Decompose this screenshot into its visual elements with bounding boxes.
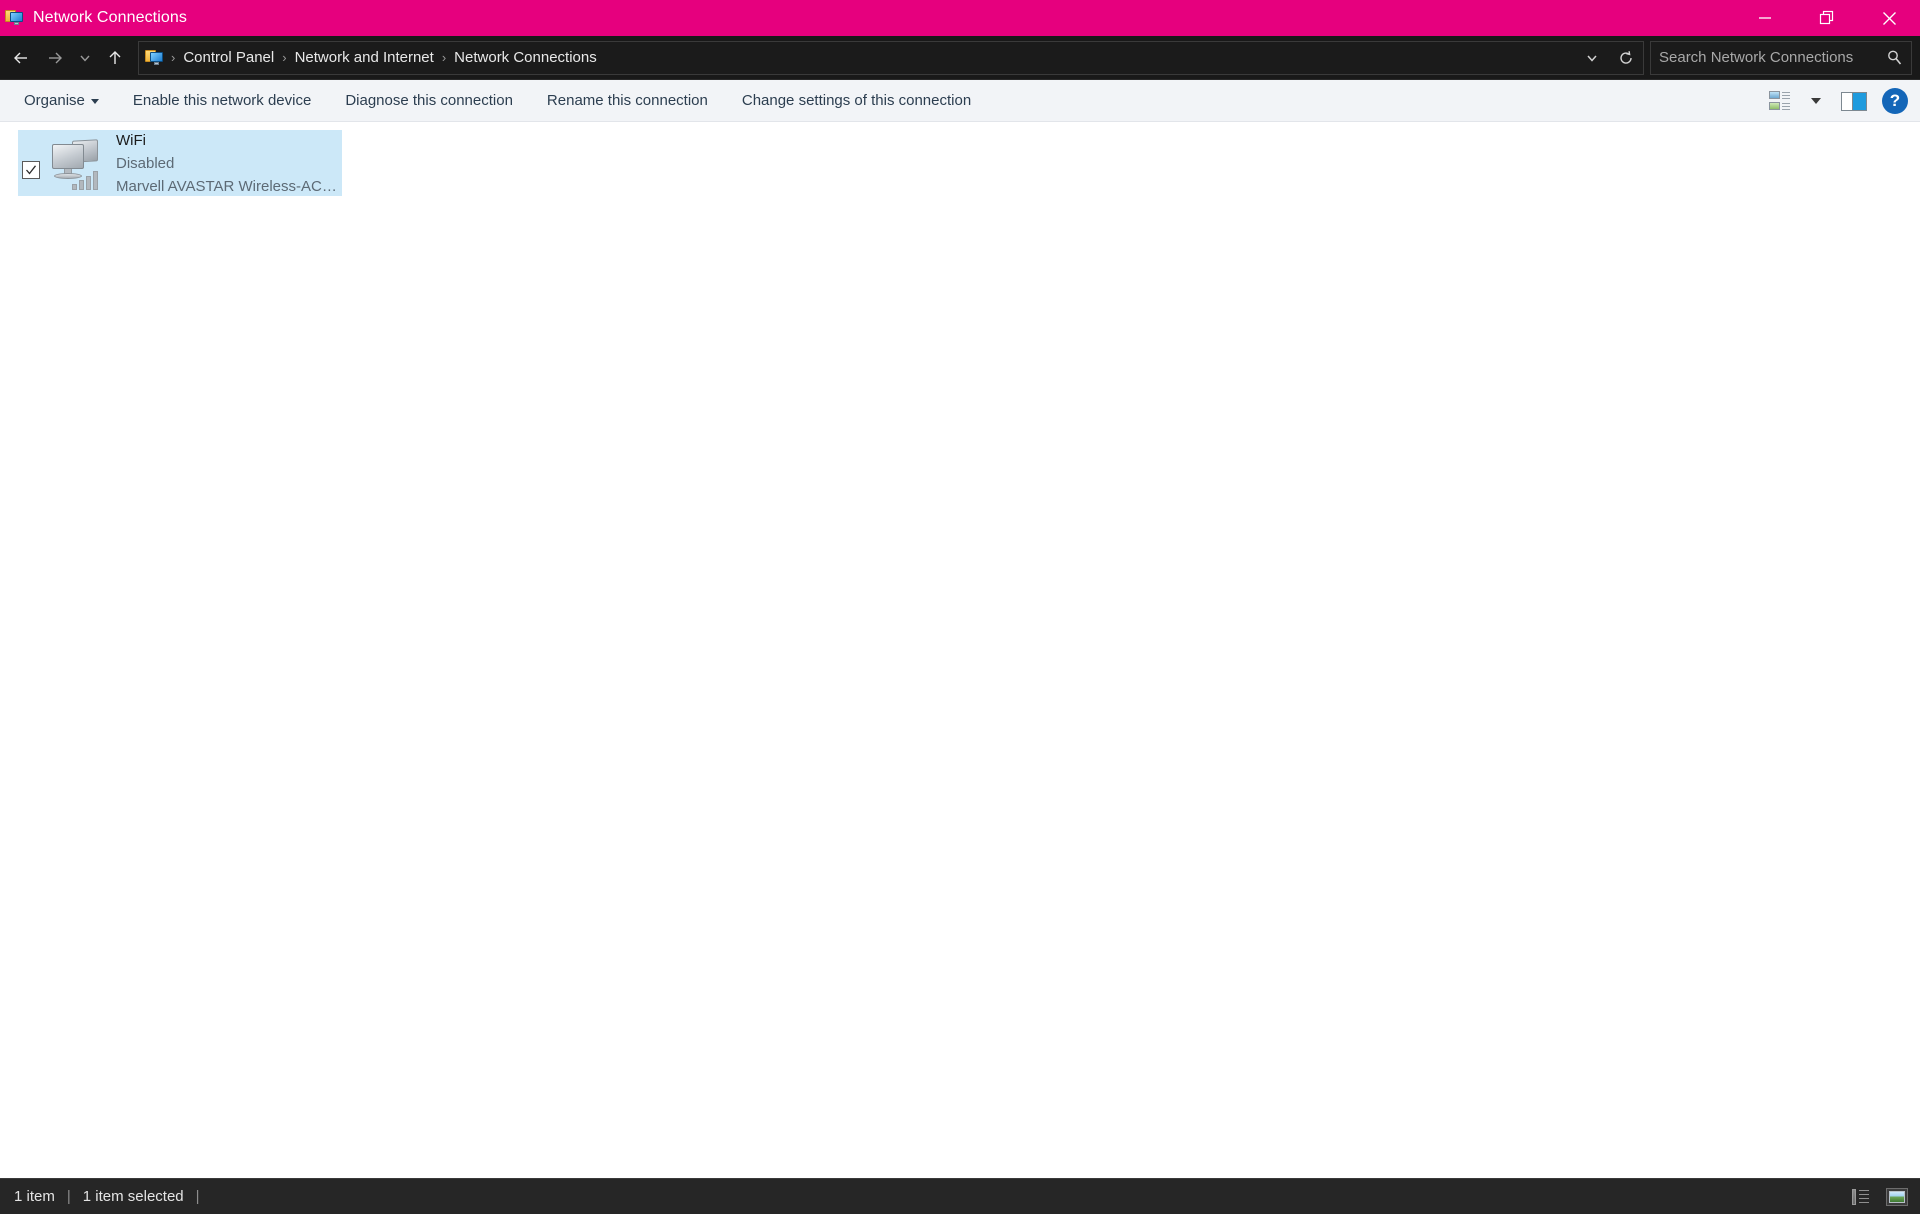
- breadcrumb-item-network-connections[interactable]: Network Connections: [448, 46, 603, 69]
- refresh-icon[interactable]: [1609, 42, 1643, 74]
- status-separator: |: [195, 1188, 200, 1205]
- organise-label: Organise: [24, 92, 85, 109]
- breadcrumb-network-icon: [145, 49, 165, 67]
- selection-count: 1 item selected: [82, 1188, 184, 1205]
- breadcrumb-bar[interactable]: › Control Panel › Network and Internet ›…: [138, 40, 1644, 75]
- large-icons-view-icon[interactable]: [1886, 1188, 1908, 1206]
- breadcrumb-separator: ›: [171, 50, 176, 65]
- window-title: Network Connections: [33, 9, 187, 26]
- diagnose-connection-button[interactable]: Diagnose this connection: [335, 86, 523, 115]
- breadcrumb-separator: ›: [441, 50, 447, 65]
- connection-status: Disabled: [116, 154, 175, 172]
- toolbar-right-icons: ?: [1764, 80, 1908, 122]
- status-bar: 1 item | 1 item selected |: [0, 1178, 1920, 1214]
- status-view-buttons: [1850, 1179, 1908, 1214]
- back-arrow[interactable]: [4, 41, 38, 75]
- connection-name: WiFi: [116, 131, 146, 149]
- network-connections-icon: [5, 9, 25, 27]
- address-bar: › Control Panel › Network and Internet ›…: [0, 36, 1920, 80]
- search-input[interactable]: [1651, 49, 1877, 66]
- view-options-dropdown[interactable]: [1806, 94, 1826, 108]
- view-options-button[interactable]: [1764, 87, 1796, 115]
- window-controls: [1734, 0, 1920, 36]
- up-arrow[interactable]: [98, 41, 132, 75]
- item-count: 1 item: [14, 1188, 55, 1205]
- network-connections-window: Network Connections › Control Panel › Ne…: [0, 0, 1920, 1214]
- rename-connection-button[interactable]: Rename this connection: [537, 86, 718, 115]
- help-button[interactable]: ?: [1882, 88, 1908, 114]
- chevron-down-icon: [90, 99, 99, 104]
- address-dropdown-chevron-icon[interactable]: [1575, 42, 1609, 74]
- breadcrumb-item-network-and-internet[interactable]: Network and Internet: [289, 46, 440, 69]
- address-bar-actions: [1575, 42, 1643, 74]
- restore-button[interactable]: [1796, 0, 1858, 36]
- connection-details: WiFi Disabled Marvell AVASTAR Wireless-A…: [116, 129, 338, 198]
- command-toolbar: Organise Enable this network device Diag…: [0, 80, 1920, 122]
- change-settings-button[interactable]: Change settings of this connection: [732, 86, 981, 115]
- status-separator: |: [66, 1188, 71, 1205]
- close-button[interactable]: [1858, 0, 1920, 36]
- organise-button[interactable]: Organise: [14, 86, 109, 115]
- minimize-button[interactable]: [1734, 0, 1796, 36]
- breadcrumb-separator: ›: [282, 50, 287, 65]
- breadcrumb: › Control Panel › Network and Internet ›…: [139, 46, 1575, 69]
- connections-list: WiFi Disabled Marvell AVASTAR Wireless-A…: [0, 122, 1920, 1178]
- preview-pane-icon: [1841, 91, 1867, 111]
- title-bar: Network Connections: [0, 0, 1920, 36]
- forward-arrow[interactable]: [38, 41, 72, 75]
- item-checkbox[interactable]: [22, 161, 40, 179]
- enable-network-device-button[interactable]: Enable this network device: [123, 86, 321, 115]
- recent-locations-chevron-icon[interactable]: [72, 41, 98, 75]
- search-icon[interactable]: [1877, 49, 1911, 66]
- search-box[interactable]: [1650, 40, 1912, 75]
- details-view-icon[interactable]: [1850, 1188, 1872, 1206]
- breadcrumb-item-control-panel[interactable]: Control Panel: [177, 46, 280, 69]
- view-options-icon: [1769, 91, 1791, 111]
- network-adapter-disabled-icon: [46, 134, 110, 192]
- preview-pane-button[interactable]: [1836, 88, 1872, 115]
- chevron-down-icon: [1811, 98, 1821, 104]
- list-item[interactable]: WiFi Disabled Marvell AVASTAR Wireless-A…: [18, 130, 342, 196]
- connection-device: Marvell AVASTAR Wireless-AC ...: [116, 177, 338, 195]
